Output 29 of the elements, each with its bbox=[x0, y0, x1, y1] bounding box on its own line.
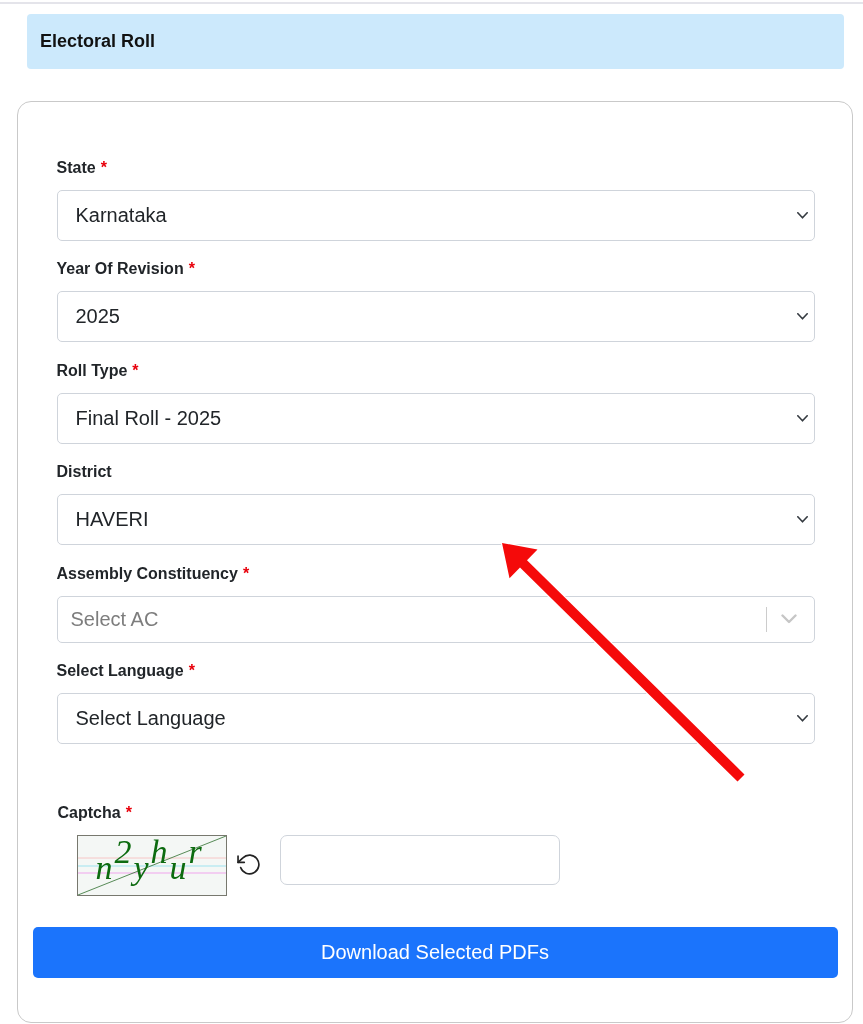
dropdown[interactable]: Select AC bbox=[56, 595, 815, 643]
required-mark: * bbox=[125, 802, 132, 823]
captcha-input[interactable] bbox=[279, 834, 560, 885]
dropdown[interactable]: 2025 bbox=[56, 291, 815, 342]
field-label: State bbox=[56, 157, 96, 178]
field-label: Select Language bbox=[56, 661, 184, 681]
page-title: Electoral Roll bbox=[40, 31, 156, 52]
chevron-icon bbox=[796, 414, 808, 422]
field-label: Assembly Constituency bbox=[56, 563, 238, 584]
field-label: Roll Type bbox=[56, 360, 128, 381]
chevron-icon bbox=[796, 516, 808, 523]
dropdown[interactable]: HAVERI bbox=[56, 494, 815, 545]
chevron-icon bbox=[796, 715, 808, 722]
chevron-icon bbox=[796, 211, 808, 219]
refresh-icon[interactable] bbox=[236, 852, 262, 878]
field-label: Year Of Revision bbox=[56, 259, 184, 279]
dropdown[interactable]: Karnataka bbox=[56, 189, 815, 241]
dropdown[interactable]: Select Language bbox=[56, 693, 815, 744]
required-mark: * bbox=[100, 157, 107, 178]
dropdown[interactable]: Final Roll - 2025 bbox=[56, 392, 815, 444]
field-label: District bbox=[56, 462, 112, 482]
chevron-icon bbox=[780, 614, 797, 624]
required-mark: * bbox=[188, 259, 195, 279]
chevron-icon bbox=[796, 313, 808, 320]
required-mark: * bbox=[188, 661, 195, 681]
required-mark: * bbox=[242, 563, 250, 584]
download-button[interactable]: Download Selected PDFs bbox=[32, 926, 838, 978]
required-mark: * bbox=[132, 360, 139, 381]
field-label: Captcha bbox=[57, 802, 121, 823]
